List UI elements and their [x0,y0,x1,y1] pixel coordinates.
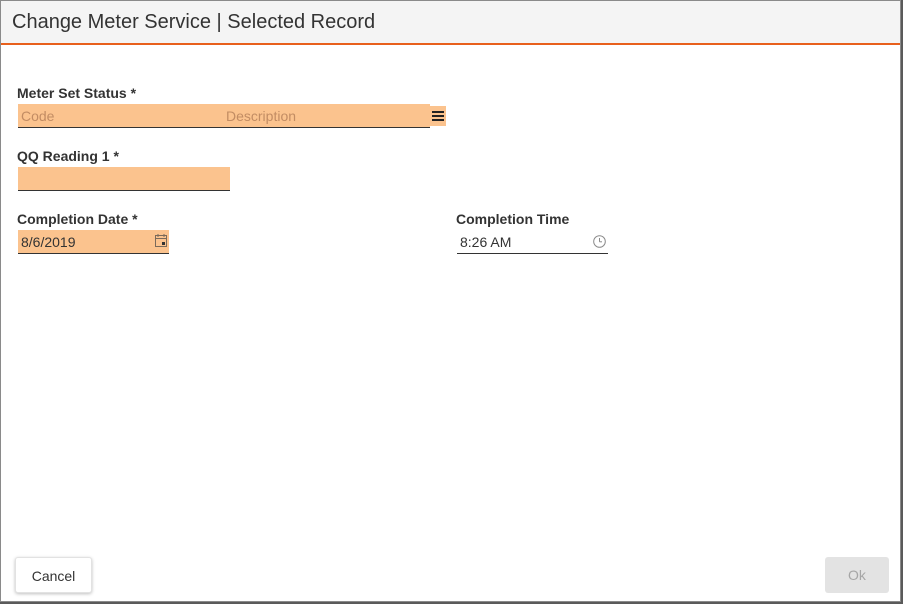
completion-time-label: Completion Time [456,211,570,227]
dialog-header: Change Meter Service | Selected Record [1,1,900,45]
list-icon[interactable] [430,106,446,126]
meter-set-status-label: Meter Set Status * [17,85,137,101]
completion-date-input[interactable]: 8/6/2019 [18,230,169,254]
completion-time-input[interactable]: 8:26 AM [457,230,608,254]
change-meter-service-dialog: Change Meter Service | Selected Record M… [0,0,901,602]
completion-date-value: 8/6/2019 [21,234,76,250]
completion-time-value: 8:26 AM [460,234,512,250]
cancel-button[interactable]: Cancel [15,557,92,593]
qq-reading-label: QQ Reading 1 * [17,148,119,164]
ok-button[interactable]: Ok [825,557,889,593]
meter-set-status-description-placeholder: Description [226,108,297,124]
meter-set-status-code-placeholder: Code [21,108,55,124]
completion-date-label: Completion Date * [17,211,138,227]
qq-reading-input[interactable] [18,167,230,191]
clock-icon[interactable] [593,235,606,248]
meter-set-status-field[interactable]: Code Description [18,104,430,128]
dialog-title: Change Meter Service | Selected Record [12,11,376,33]
calendar-icon[interactable] [155,234,167,247]
